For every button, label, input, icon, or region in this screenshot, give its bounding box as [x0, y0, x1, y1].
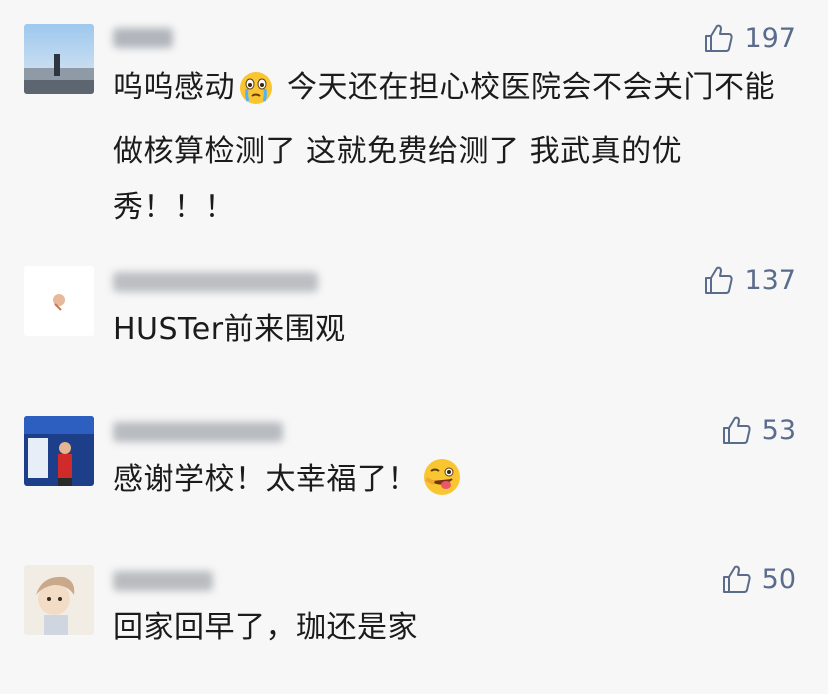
comment-text: 回家回早了，珈还是家 — [113, 610, 418, 645]
like-count: 137 — [744, 264, 796, 296]
crying-face-icon — [239, 68, 273, 124]
username-blurred[interactable] — [113, 422, 283, 442]
username-blurred[interactable] — [113, 571, 213, 591]
like-button[interactable]: 50 — [720, 563, 796, 595]
avatar[interactable] — [24, 416, 94, 486]
like-count: 50 — [761, 563, 796, 595]
like-button[interactable]: 53 — [720, 414, 796, 446]
like-count: 53 — [761, 414, 796, 446]
like-button[interactable]: 137 — [702, 264, 796, 296]
wink-tongue-face-icon — [422, 457, 462, 516]
avatar[interactable] — [24, 565, 94, 635]
like-count: 197 — [744, 22, 796, 54]
thumbs-up-icon — [722, 416, 751, 444]
username-blurred[interactable] — [113, 28, 173, 48]
thumbs-up-icon — [705, 24, 734, 52]
avatar[interactable] — [24, 266, 94, 336]
thumbs-up-icon — [705, 266, 734, 294]
avatar[interactable] — [24, 24, 94, 94]
username-blurred[interactable] — [113, 272, 318, 292]
comment-text: 感谢学校！太幸福了！ — [113, 452, 803, 516]
like-button[interactable]: 197 — [702, 22, 796, 54]
thumbs-up-icon — [722, 565, 751, 593]
comment-text: 呜呜感动 今天还在担心校医院会不会关门不能做核算检测了 这就免费给测了 我武真的… — [113, 68, 776, 225]
comment-text: HUSTer前来围观 — [113, 312, 346, 347]
